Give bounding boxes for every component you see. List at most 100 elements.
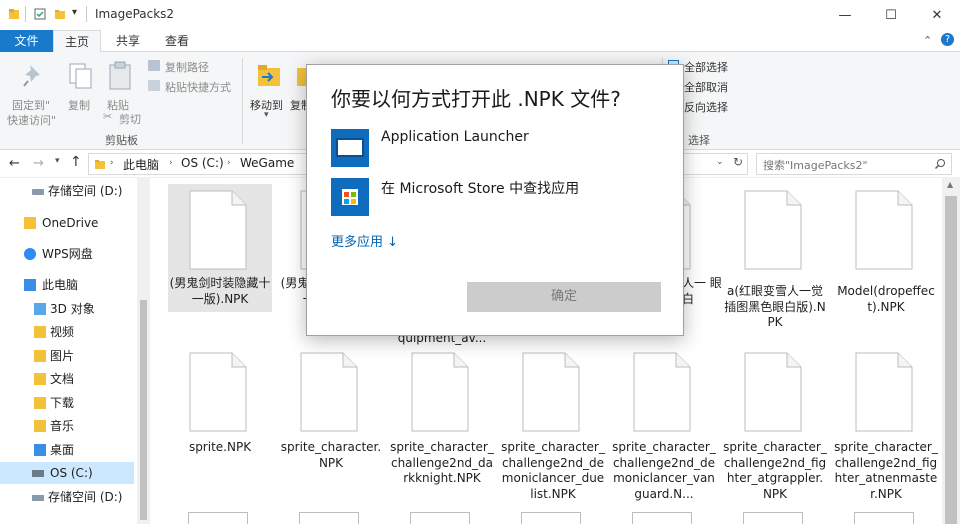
- more-apps-link[interactable]: 更多应用 ↓: [331, 231, 398, 250]
- help-icon[interactable]: ?: [941, 33, 954, 46]
- copy-path-label: 复制路径: [165, 61, 209, 74]
- file-item[interactable]: sprite_character_challenge2nd_darkknight…: [390, 348, 494, 508]
- tab-home[interactable]: 主页: [53, 30, 101, 53]
- file-item[interactable]: sprite_character_challenge2nd_demoniclan…: [501, 348, 605, 508]
- file-item[interactable]: sprite_character_challenge2nd_fighter_at…: [723, 348, 827, 508]
- move-to-button[interactable]: 移动到 ▾: [247, 56, 289, 126]
- sidebar-item-label: 音乐: [50, 419, 75, 433]
- scroll-up-icon[interactable]: ▲: [947, 180, 953, 189]
- sidebar-item-label: 此电脑: [42, 278, 79, 292]
- breadcrumb-wegame[interactable]: WeGame: [240, 156, 294, 170]
- select-none-label: 全部取消: [684, 81, 728, 94]
- search-placeholder: 搜索"ImagePacks2": [763, 159, 868, 172]
- sidebar-scrollbar-thumb[interactable]: [140, 300, 147, 520]
- file-item[interactable]: (男鬼剑时装隐藏十一版).NPK: [168, 184, 272, 312]
- 3d-objects-icon: [34, 303, 46, 315]
- cut-label: 剪切: [119, 113, 141, 126]
- sidebar-item-music[interactable]: 音乐: [0, 415, 140, 437]
- app-launcher-icon: [331, 129, 369, 167]
- sidebar-item-label: 文档: [50, 372, 75, 386]
- file-name: sprite_character_challenge2nd_fighter_at…: [723, 440, 827, 501]
- sidebar-item-desktop[interactable]: 桌面: [0, 439, 140, 461]
- tab-file[interactable]: 文件: [0, 30, 53, 52]
- properties-checkbox-icon[interactable]: [34, 8, 46, 20]
- music-folder-icon: [34, 420, 46, 432]
- sidebar-item-storage-d-2[interactable]: 存储空间 (D:): [0, 486, 140, 508]
- file-name: Model(dropeffect).NPK: [837, 284, 935, 314]
- sidebar-item-label: OneDrive: [42, 216, 99, 230]
- forward-icon[interactable]: →: [33, 156, 44, 171]
- document-icon: [189, 352, 247, 432]
- document-icon: [632, 512, 692, 524]
- close-icon: ✕: [931, 7, 943, 23]
- navigation-pane: 存储空间 (D:) OneDrive WPS网盘 此电脑 3D 对象 视频 图片…: [0, 178, 150, 524]
- file-item[interactable]: sprite_character_challenge2nd_demoniclan…: [612, 348, 716, 508]
- close-button[interactable]: ✕: [914, 0, 960, 30]
- sidebar-item-videos[interactable]: 视频: [0, 321, 140, 343]
- app-option-microsoft-store[interactable]: 在 Microsoft Store 中查找应用: [331, 178, 671, 218]
- sidebar-item-documents[interactable]: 文档: [0, 368, 140, 390]
- address-dropdown-icon[interactable]: ⌄: [716, 157, 724, 167]
- breadcrumb-separator: ›: [227, 158, 231, 168]
- file-name: sprite_character_challenge2nd_demoniclan…: [501, 440, 605, 501]
- file-name: sprite_character.NPK: [280, 440, 382, 470]
- breadcrumb-this-pc[interactable]: 此电脑: [123, 156, 159, 173]
- ok-button[interactable]: 确定: [467, 282, 661, 312]
- recent-locations-icon[interactable]: ▾: [55, 156, 60, 166]
- ribbon-tabs: 文件 主页 共享 查看 ⌃ ?: [0, 30, 960, 53]
- paste-button[interactable]: 粘贴: [102, 56, 138, 116]
- sidebar-item-storage-d[interactable]: 存储空间 (D:): [0, 180, 140, 202]
- sidebar-item-onedrive[interactable]: OneDrive: [0, 212, 140, 234]
- paste-icon: [109, 61, 131, 90]
- pin-label-line2: 快速访问": [7, 114, 57, 127]
- up-icon[interactable]: ↑: [70, 154, 82, 170]
- breadcrumb-os-c[interactable]: OS (C:): [181, 156, 224, 170]
- os-drive-icon: [32, 470, 44, 477]
- select-group-label: 选择: [688, 134, 710, 147]
- drive-icon: [32, 495, 44, 501]
- sidebar-item-3d-objects[interactable]: 3D 对象: [0, 298, 140, 320]
- document-icon: [855, 190, 913, 270]
- new-folder-icon[interactable]: [54, 8, 66, 20]
- file-name: 人一 眼白: [682, 276, 722, 306]
- app-option-application-launcher[interactable]: Application Launcher: [331, 129, 671, 169]
- pin-quick-access-button[interactable]: 固定到" 快速访问": [7, 56, 60, 128]
- refresh-icon[interactable]: ↻: [733, 155, 743, 169]
- customize-qat-icon[interactable]: ▾: [72, 7, 77, 18]
- sidebar-item-this-pc[interactable]: 此电脑: [0, 274, 140, 296]
- file-name: sprite_character_challenge2nd_darkknight…: [390, 440, 494, 485]
- back-icon[interactable]: ←: [9, 156, 20, 171]
- maximize-button[interactable]: ☐: [868, 0, 914, 30]
- tab-view[interactable]: 查看: [154, 30, 200, 52]
- file-name: a(红眼变雪人一觉插图黑色眼白版).NPK: [724, 284, 826, 329]
- cut-button[interactable]: ✂ 剪切: [102, 110, 162, 126]
- maximize-icon: ☐: [885, 7, 897, 23]
- sidebar-item-downloads[interactable]: 下载: [0, 392, 140, 414]
- document-icon: [189, 190, 247, 270]
- sidebar-item-wps[interactable]: WPS网盘: [0, 243, 140, 265]
- dialog-title: 你要以何方式打开此 .NPK 文件?: [331, 87, 621, 111]
- move-to-icon: [258, 65, 280, 86]
- copy-button[interactable]: 复制: [63, 56, 99, 116]
- minimize-button[interactable]: —: [822, 0, 868, 30]
- tab-share[interactable]: 共享: [106, 30, 150, 52]
- sidebar-item-pictures[interactable]: 图片: [0, 345, 140, 367]
- microsoft-store-icon: [331, 178, 369, 216]
- sidebar-item-os-c[interactable]: OS (C:): [0, 462, 134, 484]
- breadcrumb-separator: ›: [169, 158, 173, 168]
- file-item[interactable]: sprite.NPK: [168, 348, 272, 508]
- file-item[interactable]: Model(dropeffect).NPK: [834, 184, 938, 314]
- file-item[interactable]: sprite_character.NPK: [279, 348, 383, 508]
- collapse-ribbon-icon[interactable]: ⌃: [923, 34, 932, 47]
- window-title: ImagePacks2: [95, 7, 175, 21]
- copy-to-button[interactable]: 复制: [289, 56, 307, 126]
- copy-icon: [69, 63, 92, 89]
- content-scrollbar-thumb[interactable]: [945, 196, 957, 524]
- document-icon: [744, 352, 802, 432]
- chevron-down-icon: ▾: [264, 110, 269, 120]
- file-item[interactable]: sprite_character_challenge2nd_fighter_at…: [834, 348, 938, 508]
- search-input[interactable]: 搜索"ImagePacks2": [756, 153, 952, 175]
- file-item[interactable]: a(红眼变雪人一觉插图黑色眼白版).NPK: [723, 184, 827, 334]
- document-icon: [299, 512, 359, 524]
- video-folder-icon: [34, 326, 46, 338]
